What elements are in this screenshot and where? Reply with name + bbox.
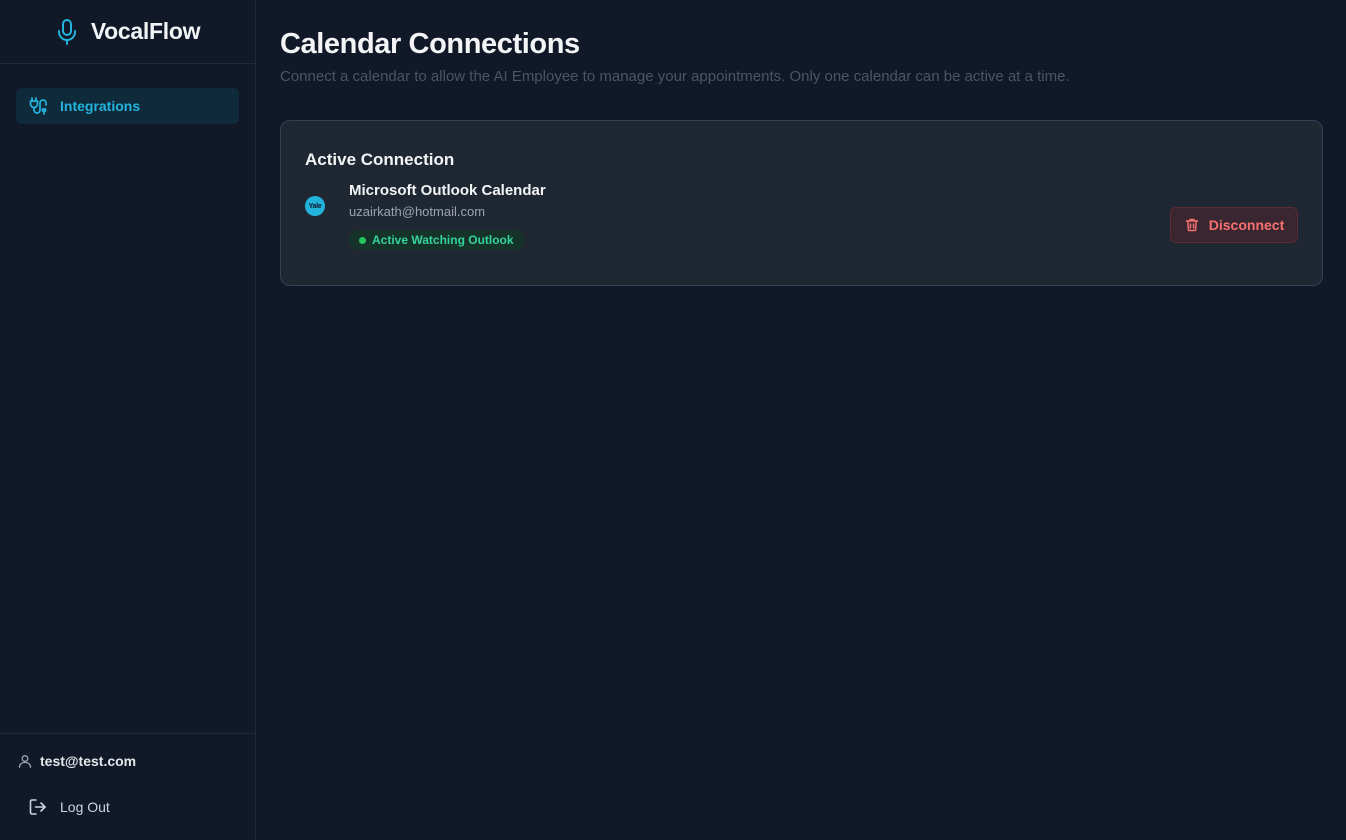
- sidebar-item-label: Integrations: [60, 98, 141, 114]
- logout-label: Log Out: [60, 799, 110, 815]
- trash-icon: [1184, 217, 1200, 233]
- disconnect-label: Disconnect: [1208, 217, 1285, 233]
- connection-info: Microsoft Outlook Calendar uzairkath@hot…: [349, 182, 546, 250]
- sidebar-footer: test@test.com Log Out: [0, 733, 255, 840]
- provider-logo: Yale: [305, 196, 325, 216]
- connection-row: Yale Microsoft Outlook Calendar uzairkat…: [305, 182, 1298, 250]
- status-dot-icon: [359, 236, 366, 244]
- microphone-icon: [55, 18, 79, 46]
- main-content: Calendar Connections Connect a calendar …: [256, 0, 1346, 840]
- logout-button[interactable]: Log Out: [16, 794, 239, 820]
- sidebar: VocalFlow Integrations test@test.com Log…: [0, 0, 256, 840]
- card-title: Active Connection: [305, 150, 455, 169]
- active-connection-card: Active Connection Yale Microsoft Outlook…: [280, 120, 1323, 286]
- app-shell: VocalFlow Integrations test@test.com Log…: [0, 0, 1346, 840]
- sidebar-nav: Integrations: [0, 64, 255, 733]
- app-name: VocalFlow: [90, 18, 201, 44]
- connection-email: uzairkath@hotmail.com: [349, 204, 486, 219]
- page-subtitle: Connect a calendar to allow the AI Emplo…: [280, 68, 1070, 85]
- status-text: Active Watching Outlook: [372, 233, 514, 247]
- provider-name: Microsoft Outlook Calendar: [349, 182, 546, 199]
- disconnect-button[interactable]: Disconnect: [1170, 207, 1298, 243]
- user-icon: [18, 754, 32, 768]
- brand: VocalFlow: [0, 0, 255, 64]
- sidebar-item-integrations[interactable]: Integrations: [16, 88, 239, 124]
- user-email: test@test.com: [40, 753, 137, 769]
- user-info: test@test.com: [16, 750, 239, 772]
- logout-icon: [28, 797, 48, 817]
- integrations-icon: [28, 96, 48, 116]
- status-badge: Active Watching Outlook: [349, 230, 524, 250]
- page-title: Calendar Connections: [280, 28, 580, 60]
